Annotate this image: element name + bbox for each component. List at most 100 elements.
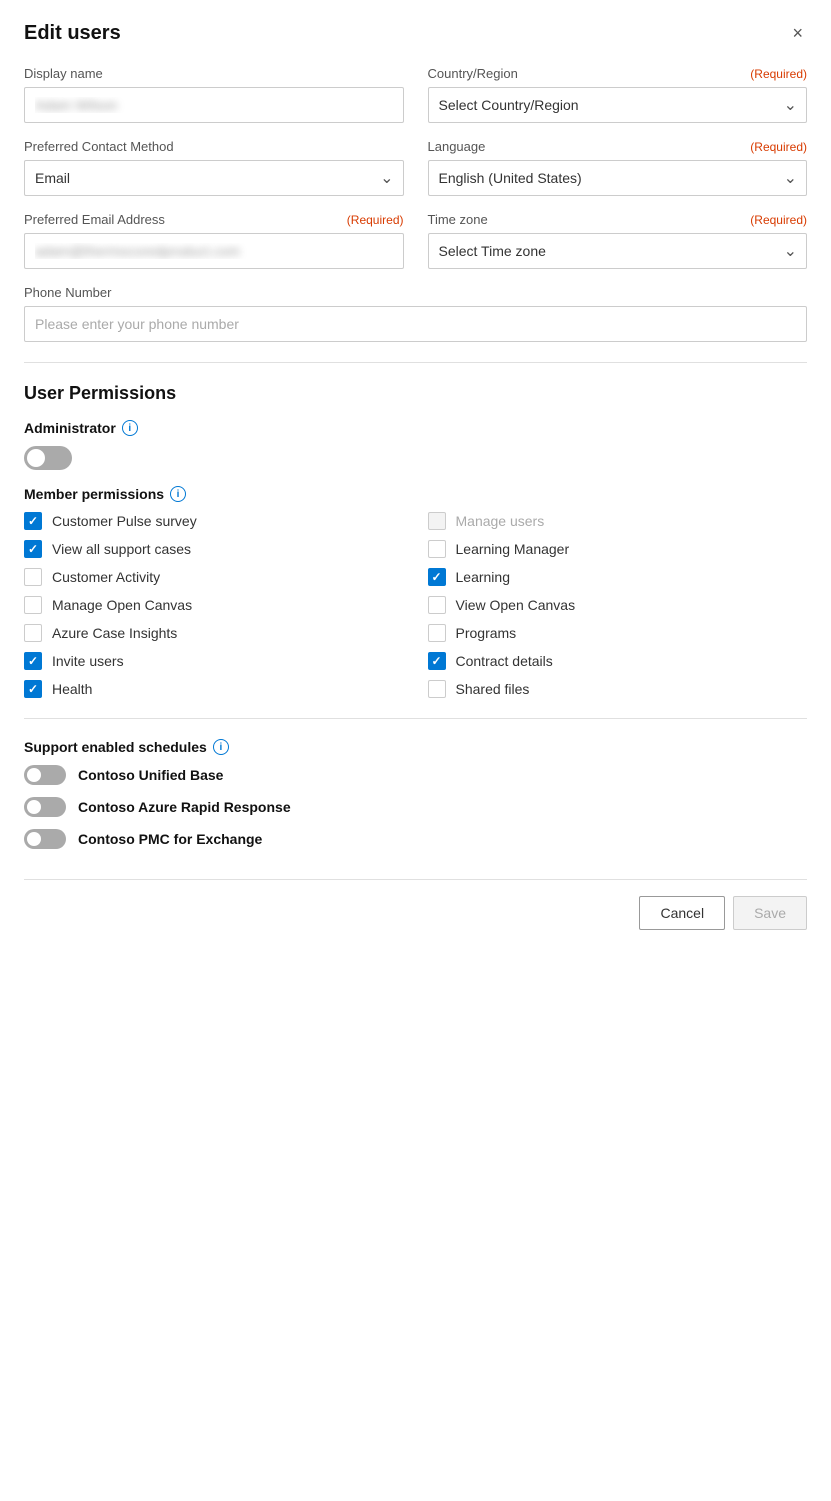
- list-item: Learning: [428, 568, 808, 586]
- contact-method-label: Preferred Contact Method: [24, 139, 404, 154]
- unified-base-label: Contoso Unified Base: [78, 767, 223, 783]
- country-label: Country/Region (Required): [428, 66, 808, 81]
- list-item: Invite users: [24, 652, 404, 670]
- contact-method-select-wrapper: Email: [24, 160, 404, 196]
- azure-rapid-slider: [24, 797, 66, 817]
- admin-info-icon[interactable]: i: [122, 420, 138, 436]
- modal-header: Edit users ×: [24, 20, 807, 46]
- pmc-exchange-slider: [24, 829, 66, 849]
- programs-label: Programs: [456, 625, 517, 641]
- azure-insights-label: Azure Case Insights: [52, 625, 177, 641]
- timezone-label: Time zone (Required): [428, 212, 808, 227]
- schedules-section: Support enabled schedules i Contoso Unif…: [24, 739, 807, 849]
- admin-label: Administrator: [24, 420, 116, 436]
- unified-base-slider: [24, 765, 66, 785]
- list-item: Learning Manager: [428, 540, 808, 558]
- member-info-icon[interactable]: i: [170, 486, 186, 502]
- timezone-select-wrapper: Select Time zone: [428, 233, 808, 269]
- health-checkbox[interactable]: [24, 680, 42, 698]
- email-input[interactable]: [24, 233, 404, 269]
- manage-users-checkbox[interactable]: [428, 512, 446, 530]
- view-canvas-label: View Open Canvas: [456, 597, 576, 613]
- list-item: Contract details: [428, 652, 808, 670]
- email-label: Preferred Email Address (Required): [24, 212, 404, 227]
- save-button[interactable]: Save: [733, 896, 807, 930]
- customer-activity-checkbox[interactable]: [24, 568, 42, 586]
- member-label: Member permissions: [24, 486, 164, 502]
- learning-checkbox[interactable]: [428, 568, 446, 586]
- contact-method-select[interactable]: Email: [24, 160, 404, 196]
- modal-title: Edit users: [24, 22, 121, 45]
- section-divider-2: [24, 718, 807, 719]
- phone-label: Phone Number: [24, 285, 807, 300]
- language-required: (Required): [750, 140, 807, 154]
- list-item: View Open Canvas: [428, 596, 808, 614]
- email-required: (Required): [347, 213, 404, 227]
- contract-details-checkbox[interactable]: [428, 652, 446, 670]
- admin-toggle[interactable]: [24, 446, 72, 470]
- language-label: Language (Required): [428, 139, 808, 154]
- list-item: Customer Activity: [24, 568, 404, 586]
- list-item: Contoso Azure Rapid Response: [24, 797, 807, 817]
- cancel-button[interactable]: Cancel: [639, 896, 725, 930]
- timezone-required: (Required): [750, 213, 807, 227]
- timezone-group: Time zone (Required) Select Time zone: [428, 212, 808, 269]
- manage-canvas-label: Manage Open Canvas: [52, 597, 192, 613]
- admin-subsection: Administrator i: [24, 420, 807, 436]
- email-group: Preferred Email Address (Required): [24, 212, 404, 269]
- customer-pulse-label: Customer Pulse survey: [52, 513, 197, 529]
- list-item: Manage Open Canvas: [24, 596, 404, 614]
- phone-group: Phone Number: [24, 285, 807, 342]
- schedules-info-icon[interactable]: i: [213, 739, 229, 755]
- view-support-label: View all support cases: [52, 541, 191, 557]
- edit-users-modal: Edit users × Display name Country/Region…: [0, 0, 831, 1501]
- timezone-select[interactable]: Select Time zone: [428, 233, 808, 269]
- list-item: Customer Pulse survey: [24, 512, 404, 530]
- close-button[interactable]: ×: [788, 20, 807, 46]
- language-group: Language (Required) English (United Stat…: [428, 139, 808, 196]
- modal-footer: Cancel Save: [24, 879, 807, 930]
- unified-base-toggle[interactable]: [24, 765, 66, 785]
- shared-files-label: Shared files: [456, 681, 530, 697]
- invite-users-checkbox[interactable]: [24, 652, 42, 670]
- pmc-exchange-toggle[interactable]: [24, 829, 66, 849]
- list-item: Contoso Unified Base: [24, 765, 807, 785]
- contract-details-label: Contract details: [456, 653, 553, 669]
- country-select[interactable]: Select Country/Region: [428, 87, 808, 123]
- permissions-title: User Permissions: [24, 383, 807, 404]
- customer-pulse-checkbox[interactable]: [24, 512, 42, 530]
- azure-insights-checkbox[interactable]: [24, 624, 42, 642]
- manage-users-label: Manage users: [456, 513, 545, 529]
- shared-files-checkbox[interactable]: [428, 680, 446, 698]
- country-required: (Required): [750, 67, 807, 81]
- permissions-section: User Permissions Administrator i Member …: [24, 383, 807, 698]
- learning-manager-checkbox[interactable]: [428, 540, 446, 558]
- learning-label: Learning: [456, 569, 511, 585]
- manage-canvas-checkbox[interactable]: [24, 596, 42, 614]
- section-divider: [24, 362, 807, 363]
- azure-rapid-toggle[interactable]: [24, 797, 66, 817]
- health-label: Health: [52, 681, 92, 697]
- phone-input[interactable]: [24, 306, 807, 342]
- member-permissions-title: Member permissions i: [24, 486, 807, 502]
- permissions-grid: Customer Pulse survey Manage users View …: [24, 512, 807, 698]
- display-name-input[interactable]: [24, 87, 404, 123]
- display-name-group: Display name: [24, 66, 404, 123]
- language-select[interactable]: English (United States): [428, 160, 808, 196]
- contact-method-group: Preferred Contact Method Email: [24, 139, 404, 196]
- member-permissions-section: Member permissions i Customer Pulse surv…: [24, 486, 807, 698]
- display-name-label: Display name: [24, 66, 404, 81]
- language-select-wrapper: English (United States): [428, 160, 808, 196]
- list-item: View all support cases: [24, 540, 404, 558]
- list-item: Contoso PMC for Exchange: [24, 829, 807, 849]
- invite-users-label: Invite users: [52, 653, 124, 669]
- programs-checkbox[interactable]: [428, 624, 446, 642]
- admin-toggle-wrapper: [24, 446, 807, 470]
- schedules-title: Support enabled schedules i: [24, 739, 807, 755]
- country-group: Country/Region (Required) Select Country…: [428, 66, 808, 123]
- view-canvas-checkbox[interactable]: [428, 596, 446, 614]
- learning-manager-label: Learning Manager: [456, 541, 570, 557]
- list-item: Programs: [428, 624, 808, 642]
- admin-toggle-slider: [24, 446, 72, 470]
- view-support-checkbox[interactable]: [24, 540, 42, 558]
